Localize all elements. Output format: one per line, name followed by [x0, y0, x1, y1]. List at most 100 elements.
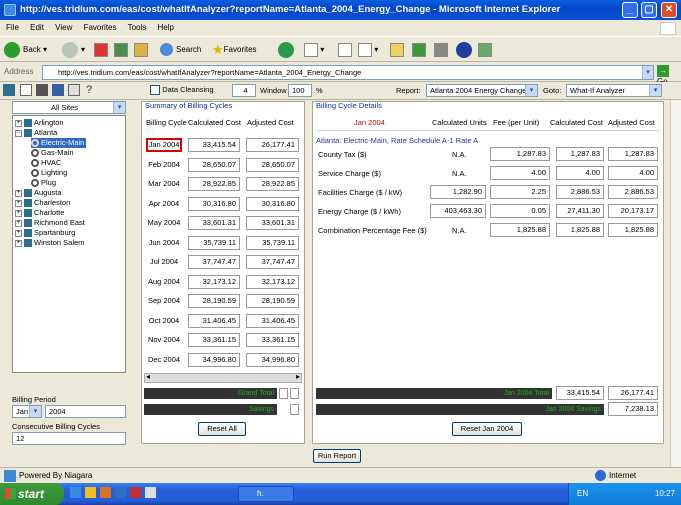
summary-cycle-cell[interactable]: Aug 2004: [146, 275, 182, 289]
home-button[interactable]: [134, 41, 148, 59]
summary-scrollbar[interactable]: ◂ ▸: [144, 372, 302, 383]
tree-item-hvac[interactable]: HVAC: [31, 158, 61, 168]
summary-cycle-cell[interactable]: Jun 2004: [146, 236, 182, 250]
app-launch-icon[interactable]: [145, 487, 156, 498]
summary-cycle-cell[interactable]: Apr 2004: [146, 197, 182, 211]
stop-button[interactable]: [94, 41, 108, 59]
page-scrollbar[interactable]: [670, 100, 681, 467]
reset-all-button[interactable]: Reset All: [198, 422, 246, 436]
summary-calculated-cell: 34,996.80: [188, 352, 240, 367]
address-dropdown-arrow[interactable]: ▾: [642, 66, 653, 79]
taskbar: start h. EN 10:27: [0, 483, 681, 505]
summary-cycle-cell[interactable]: Nov 2004: [146, 333, 182, 347]
forward-button[interactable]: ▾: [62, 41, 85, 59]
window-input[interactable]: 4: [232, 84, 256, 97]
history-button[interactable]: [278, 41, 297, 59]
edit-button[interactable]: ▾: [358, 41, 378, 59]
favorites-button[interactable]: ★Favorites: [212, 41, 257, 59]
window-title-bar: http://ves.tridium.com/eas/cost/whatIfAn…: [0, 0, 681, 20]
detail-fee-input[interactable]: 1,825.88: [490, 223, 550, 237]
folder-button[interactable]: [390, 41, 404, 59]
menu-file[interactable]: File: [6, 23, 19, 32]
print-button[interactable]: [338, 41, 352, 59]
detail-units-input[interactable]: 403,463.30: [430, 204, 486, 218]
menu-favorites[interactable]: Favorites: [84, 23, 117, 32]
reset-cycle-button[interactable]: Reset Jan 2004: [452, 422, 522, 436]
summary-cycle-cell[interactable]: Dec 2004: [146, 353, 182, 367]
maximize-button[interactable]: ▢: [641, 2, 657, 18]
printer-icon[interactable]: [36, 84, 48, 96]
summary-adjusted-cell: 31,406.45: [246, 313, 299, 328]
run-report-button[interactable]: Run Report: [313, 449, 361, 463]
minimize-button[interactable]: _: [622, 2, 638, 18]
billing-year-input[interactable]: 2004: [45, 405, 126, 418]
bluetooth-button[interactable]: [456, 41, 475, 59]
firefox-launch-icon[interactable]: [100, 487, 111, 498]
summary-adjusted-cell: 28,922.85: [246, 177, 299, 191]
summary-cycle-cell[interactable]: Mar 2004: [146, 177, 182, 191]
language-indicator[interactable]: EN: [577, 483, 588, 505]
search-button[interactable]: Search: [160, 41, 201, 59]
refresh-button[interactable]: [114, 41, 128, 59]
summary-cycle-cell[interactable]: Jul 2004: [146, 255, 182, 269]
help-icon[interactable]: ?: [86, 84, 98, 96]
tree-item-lighting[interactable]: Lighting: [31, 168, 67, 178]
ie-launch-icon[interactable]: [70, 487, 81, 498]
billing-month-select[interactable]: Jan ▾: [12, 405, 42, 418]
tree-item-electric-main[interactable]: Electric-Main: [31, 138, 87, 148]
save-icon[interactable]: [52, 84, 64, 96]
forward-arrow-icon: [62, 41, 78, 58]
report-select[interactable]: Atlanta 2004 Energy Change ▾: [426, 84, 538, 97]
summary-cycle-cell[interactable]: May 2004: [146, 216, 182, 230]
detail-row-label: County Tax ($): [318, 150, 367, 159]
status-text: Powered By Niagara: [19, 471, 93, 480]
percent-input[interactable]: 100: [288, 84, 312, 97]
research-button[interactable]: [434, 41, 448, 59]
data-cleansing-checkbox[interactable]: Data Cleansing: [150, 85, 214, 95]
tree-item-augusta[interactable]: + Augusta: [15, 188, 62, 198]
detail-fee-input[interactable]: 2.25: [490, 185, 550, 199]
taskbar-window-button[interactable]: h.: [238, 486, 294, 502]
home-site-icon[interactable]: [3, 84, 15, 96]
app-launch-icon[interactable]: [130, 487, 141, 498]
tree-item-charlotte[interactable]: + Charlotte: [15, 208, 64, 218]
goto-select[interactable]: What-If Analyzer ▾: [566, 84, 662, 97]
summary-cycle-cell[interactable]: Feb 2004: [146, 158, 182, 172]
scroll-right-icon[interactable]: ▸: [296, 372, 300, 381]
mail-button[interactable]: ▾: [304, 41, 324, 59]
tree-item-plug[interactable]: Plug: [31, 178, 56, 188]
summary-cycle-cell[interactable]: Jan 2004: [146, 138, 182, 152]
menu-help[interactable]: Help: [158, 23, 174, 32]
summary-cycle-cell[interactable]: Oct 2004: [146, 314, 182, 328]
tree-item-charleston[interactable]: + Charleston: [15, 198, 70, 208]
back-button[interactable]: Back ▾: [4, 41, 47, 59]
consecutive-cycles-input[interactable]: 12: [12, 432, 126, 445]
folder-launch-icon[interactable]: [85, 487, 96, 498]
tree-item-richmond-east[interactable]: + Richmond East: [15, 218, 85, 228]
connection-button[interactable]: [478, 41, 492, 59]
tree-item-spartanburg[interactable]: + Spartanburg: [15, 228, 75, 238]
detail-fee-input[interactable]: 0.05: [490, 204, 550, 218]
tree-item-gas-main[interactable]: Gas-Main: [31, 148, 74, 158]
menu-tools[interactable]: Tools: [128, 23, 147, 32]
summary-cycle-cell[interactable]: Sep 2004: [146, 294, 182, 308]
menu-view[interactable]: View: [55, 23, 72, 32]
detail-units-input[interactable]: 1,282.90: [430, 185, 486, 199]
messenger-button[interactable]: [412, 41, 426, 59]
menu-edit[interactable]: Edit: [30, 23, 44, 32]
tree-item-arlington[interactable]: + Arlington: [15, 118, 64, 128]
tree-item-atlanta[interactable]: − Atlanta: [15, 128, 57, 138]
consecutive-cycles-label: Consecutive Billing Cycles: [12, 422, 100, 431]
detail-fee-input[interactable]: 4.00: [490, 166, 550, 180]
close-button[interactable]: ✕: [661, 2, 677, 18]
word-launch-icon[interactable]: [115, 487, 126, 498]
tree-item-winston-salem[interactable]: + Winston Salem: [15, 238, 84, 248]
scroll-left-icon[interactable]: ◂: [146, 372, 150, 381]
building-icon: [24, 189, 32, 198]
sites-select[interactable]: All Sites ▾: [12, 101, 126, 114]
home-icon: [134, 42, 148, 57]
detail-fee-input[interactable]: 1,287.83: [490, 147, 550, 161]
document-icon[interactable]: [20, 84, 32, 96]
address-input[interactable]: http://ves.tridium.com/eas/cost/whatIfAn…: [42, 65, 654, 80]
hierarchy-icon[interactable]: [68, 84, 80, 96]
